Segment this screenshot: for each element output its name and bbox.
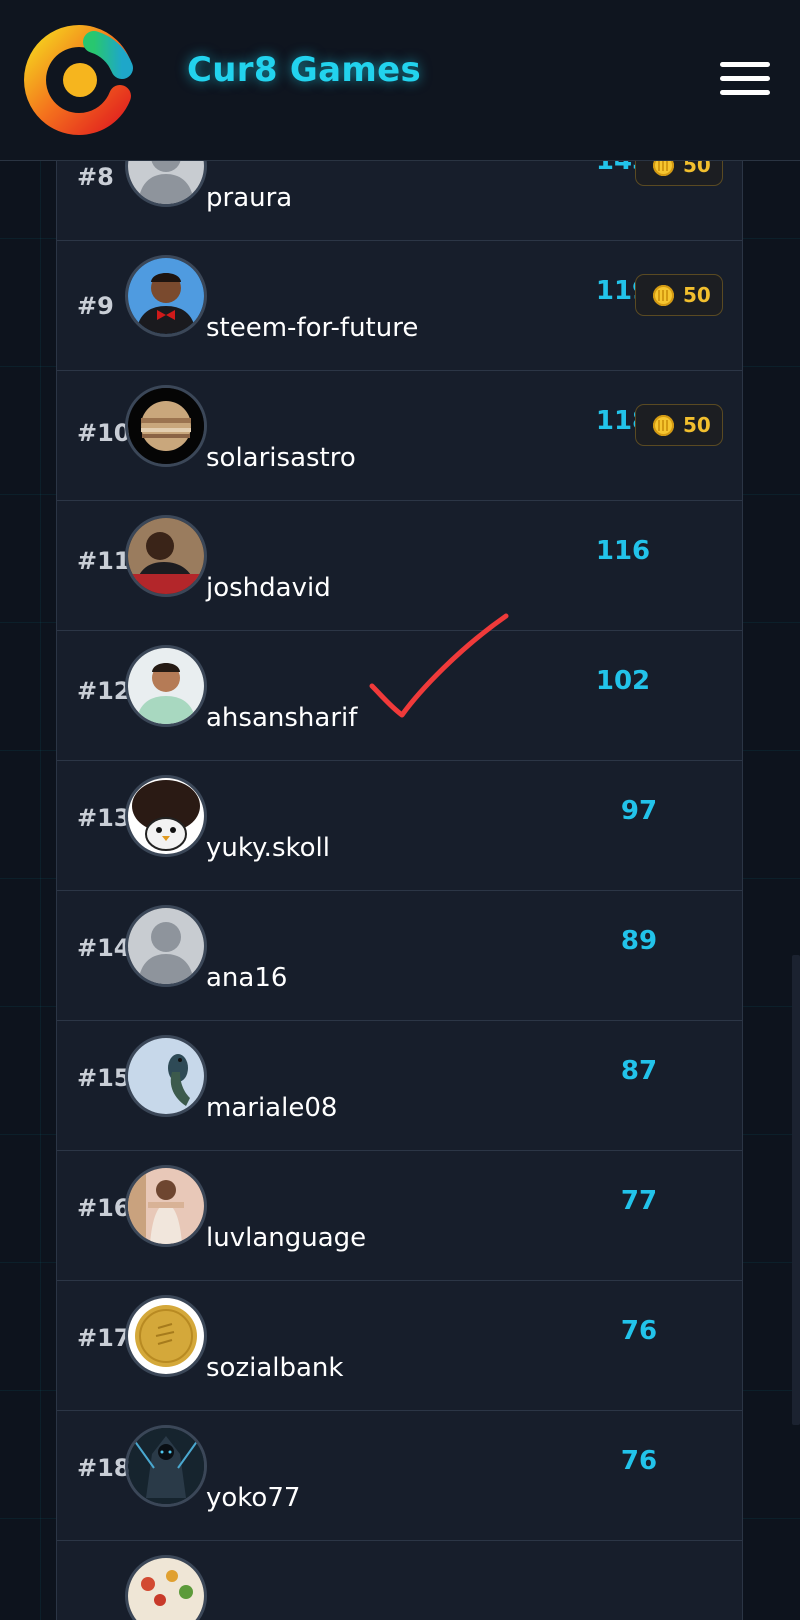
avatar-photo-bird[interactable] bbox=[125, 1035, 207, 1117]
username[interactable]: praura bbox=[206, 183, 292, 213]
score-value: 89 bbox=[620, 926, 658, 956]
menu-line bbox=[720, 76, 770, 81]
username[interactable]: steem-for-future bbox=[206, 313, 418, 343]
hamburger-menu-icon[interactable] bbox=[720, 62, 772, 98]
reward-value: 50 bbox=[683, 413, 711, 437]
rank-label: #11 bbox=[77, 547, 131, 575]
score-value: 116 bbox=[595, 536, 651, 566]
cur8-logo-icon[interactable] bbox=[24, 24, 136, 136]
leaderboard-row: #9 steem-for-future 119 50 bbox=[57, 240, 742, 371]
leaderboard-row: #13 yuky.skoll 97 bbox=[57, 760, 742, 891]
avatar-default-user[interactable] bbox=[125, 905, 207, 987]
rank-label: #16 bbox=[77, 1194, 131, 1222]
avatar-cartoon-penguin[interactable] bbox=[125, 775, 207, 857]
avatar-dark-warrior[interactable] bbox=[125, 1425, 207, 1507]
avatar-photo-man[interactable] bbox=[125, 255, 207, 337]
coin-icon bbox=[653, 285, 674, 306]
leaderboard-row: #18 yoko77 76 bbox=[57, 1410, 742, 1541]
leaderboard-row: #16 luvlanguage 77 bbox=[57, 1150, 742, 1281]
scrollbar[interactable] bbox=[792, 955, 800, 1425]
leaderboard-row: #17 sozialbank 76 bbox=[57, 1280, 742, 1411]
leaderboard-row: #15 mariale08 87 bbox=[57, 1020, 742, 1151]
rank-label: #8 bbox=[77, 163, 114, 191]
username[interactable]: joshdavid bbox=[206, 573, 331, 603]
avatar-euro-coin[interactable] bbox=[125, 1295, 207, 1377]
username[interactable]: yoko77 bbox=[206, 1483, 300, 1513]
score-value: 77 bbox=[620, 1186, 658, 1216]
username[interactable]: ahsansharif bbox=[206, 703, 357, 733]
avatar-photo-man[interactable] bbox=[125, 645, 207, 727]
avatar-photo-person[interactable] bbox=[125, 515, 207, 597]
app-title[interactable]: Cur8 Games bbox=[187, 50, 421, 90]
rank-label: #10 bbox=[77, 419, 131, 447]
score-value: 87 bbox=[620, 1056, 658, 1086]
rank-label: #14 bbox=[77, 934, 131, 962]
avatar-photo-woman[interactable] bbox=[125, 1165, 207, 1247]
coin-icon bbox=[653, 415, 674, 436]
username[interactable]: mariale08 bbox=[206, 1093, 337, 1123]
app-header: Cur8 Games bbox=[0, 0, 800, 161]
leaderboard-row bbox=[57, 1540, 742, 1620]
reward-value: 50 bbox=[683, 283, 711, 307]
rank-label: #17 bbox=[77, 1324, 131, 1352]
leaderboard-row: #10 solarisastro 118 50 bbox=[57, 370, 742, 501]
menu-line bbox=[720, 90, 770, 95]
reward-badge: 50 bbox=[635, 404, 723, 446]
leaderboard-row: #11 joshdavid 116 bbox=[57, 500, 742, 631]
rank-label: #9 bbox=[77, 292, 114, 320]
rank-label: #12 bbox=[77, 677, 131, 705]
menu-line bbox=[720, 62, 770, 67]
username[interactable]: luvlanguage bbox=[206, 1223, 366, 1253]
username[interactable]: sozialbank bbox=[206, 1353, 343, 1383]
leaderboard-row: #14 ana16 89 bbox=[57, 890, 742, 1021]
score-value: 97 bbox=[620, 796, 658, 826]
score-value: 76 bbox=[620, 1446, 658, 1476]
rank-label: #15 bbox=[77, 1064, 131, 1092]
score-value: 76 bbox=[620, 1316, 658, 1346]
username[interactable]: yuky.skoll bbox=[206, 833, 330, 863]
username[interactable]: solarisastro bbox=[206, 443, 356, 473]
leaderboard-row: #12 ahsansharif 102 bbox=[57, 630, 742, 761]
leaderboard-panel: #8 praura 143 50 #9 steem-for-future 119… bbox=[56, 140, 743, 1620]
rank-label: #13 bbox=[77, 804, 131, 832]
avatar-food-photo[interactable] bbox=[125, 1555, 207, 1620]
score-value: 102 bbox=[595, 666, 651, 696]
reward-badge: 50 bbox=[635, 274, 723, 316]
rank-label: #18 bbox=[77, 1454, 131, 1482]
avatar-planet[interactable] bbox=[125, 385, 207, 467]
username[interactable]: ana16 bbox=[206, 963, 287, 993]
